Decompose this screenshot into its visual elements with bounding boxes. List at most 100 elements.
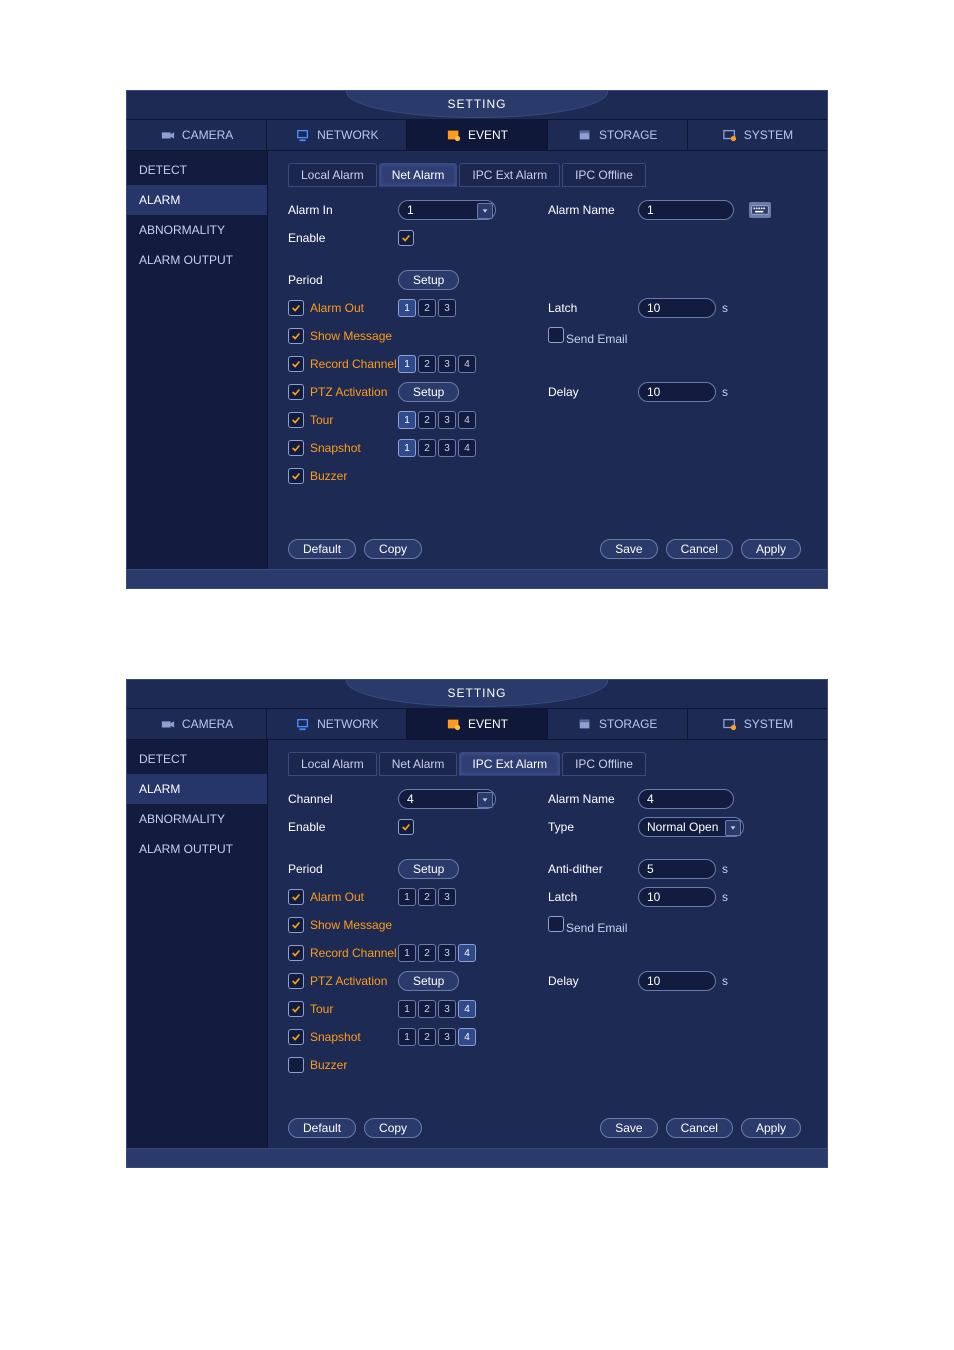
tab-ipc-offline[interactable]: IPC Offline xyxy=(562,163,646,187)
send-email-checkbox[interactable] xyxy=(548,327,564,343)
snapshot-checkbox[interactable] xyxy=(288,1029,304,1045)
topnav-item-storage[interactable]: STORAGE xyxy=(548,709,688,739)
record-channel-checkbox[interactable] xyxy=(288,945,304,961)
tour-chan-3[interactable]: 3 xyxy=(438,1000,456,1018)
cancel-button[interactable]: Cancel xyxy=(666,1118,733,1138)
sidebar-item-detect[interactable]: DETECT xyxy=(127,744,267,774)
tab-local-alarm[interactable]: Local Alarm xyxy=(288,163,377,187)
tour-checkbox[interactable] xyxy=(288,1001,304,1017)
sidebar-item-alarm[interactable]: ALARM xyxy=(127,185,267,215)
buzzer-checkbox[interactable] xyxy=(288,1057,304,1073)
copy-button[interactable]: Copy xyxy=(364,539,422,559)
enable-checkbox[interactable] xyxy=(398,230,414,246)
default-button[interactable]: Default xyxy=(288,1118,356,1138)
tab-ipc-ext-alarm[interactable]: IPC Ext Alarm xyxy=(459,752,560,776)
alarm-name-input[interactable]: 4 xyxy=(638,789,734,809)
topnav-item-system[interactable]: SYSTEM xyxy=(688,709,827,739)
tab-net-alarm[interactable]: Net Alarm xyxy=(379,163,458,187)
ptz-setup-button[interactable]: Setup xyxy=(398,971,459,991)
record-chan-4[interactable]: 4 xyxy=(458,355,476,373)
snapshot-chan-4[interactable]: 4 xyxy=(458,439,476,457)
ptz-activation-checkbox[interactable] xyxy=(288,973,304,989)
snapshot-chan-3[interactable]: 3 xyxy=(438,1028,456,1046)
default-button[interactable]: Default xyxy=(288,539,356,559)
sidebar-item-alarm[interactable]: ALARM xyxy=(127,774,267,804)
latch-input[interactable]: 10 xyxy=(638,298,716,318)
tour-chan-3[interactable]: 3 xyxy=(438,411,456,429)
record-chan-3[interactable]: 3 xyxy=(438,944,456,962)
tour-chan-4[interactable]: 4 xyxy=(458,1000,476,1018)
topnav-item-event[interactable]: EVENT xyxy=(407,709,547,739)
topnav-item-system[interactable]: SYSTEM xyxy=(688,120,827,150)
topnav-item-camera[interactable]: CAMERA xyxy=(127,709,267,739)
buzzer-checkbox[interactable] xyxy=(288,468,304,484)
alarm-out-chan-2[interactable]: 2 xyxy=(418,888,436,906)
save-button[interactable]: Save xyxy=(600,539,657,559)
snapshot-chan-2[interactable]: 2 xyxy=(418,1028,436,1046)
snapshot-chan-2[interactable]: 2 xyxy=(418,439,436,457)
record-channel-checkbox[interactable] xyxy=(288,356,304,372)
sidebar-item-abnormality[interactable]: ABNORMALITY xyxy=(127,215,267,245)
snapshot-chan-1[interactable]: 1 xyxy=(398,1028,416,1046)
snapshot-chan-3[interactable]: 3 xyxy=(438,439,456,457)
tab-ipc-offline[interactable]: IPC Offline xyxy=(562,752,646,776)
tour-chan-4[interactable]: 4 xyxy=(458,411,476,429)
delay-input[interactable]: 10 xyxy=(638,971,716,991)
record-chan-4[interactable]: 4 xyxy=(458,944,476,962)
alarm-out-chan-2[interactable]: 2 xyxy=(418,299,436,317)
tour-chan-2[interactable]: 2 xyxy=(418,411,436,429)
copy-button[interactable]: Copy xyxy=(364,1118,422,1138)
period-setup-button[interactable]: Setup xyxy=(398,270,459,290)
window-title: SETTING xyxy=(447,97,506,111)
record-chan-1[interactable]: 1 xyxy=(398,355,416,373)
period-setup-button[interactable]: Setup xyxy=(398,859,459,879)
record-chan-2[interactable]: 2 xyxy=(418,355,436,373)
apply-button[interactable]: Apply xyxy=(741,1118,801,1138)
snapshot-chan-4[interactable]: 4 xyxy=(458,1028,476,1046)
type-select[interactable]: Normal Open xyxy=(638,817,744,837)
snapshot-chan-1[interactable]: 1 xyxy=(398,439,416,457)
alarm-name-input[interactable]: 1 xyxy=(638,200,734,220)
tour-chan-1[interactable]: 1 xyxy=(398,1000,416,1018)
sidebar-item-alarm-output[interactable]: ALARM OUTPUT xyxy=(127,834,267,864)
topnav-item-storage[interactable]: STORAGE xyxy=(548,120,688,150)
cancel-button[interactable]: Cancel xyxy=(666,539,733,559)
tab-local-alarm[interactable]: Local Alarm xyxy=(288,752,377,776)
save-button[interactable]: Save xyxy=(600,1118,657,1138)
record-chan-3[interactable]: 3 xyxy=(438,355,456,373)
latch-input[interactable]: 10 xyxy=(638,887,716,907)
record-chan-2[interactable]: 2 xyxy=(418,944,436,962)
alarm-out-chan-1[interactable]: 1 xyxy=(398,299,416,317)
tab-ipc-ext-alarm[interactable]: IPC Ext Alarm xyxy=(459,163,560,187)
tab-net-alarm[interactable]: Net Alarm xyxy=(379,752,458,776)
send-email-checkbox[interactable] xyxy=(548,916,564,932)
tour-checkbox[interactable] xyxy=(288,412,304,428)
alarm-out-checkbox[interactable] xyxy=(288,300,304,316)
tour-chan-2[interactable]: 2 xyxy=(418,1000,436,1018)
ptz-setup-button[interactable]: Setup xyxy=(398,382,459,402)
record-chan-1[interactable]: 1 xyxy=(398,944,416,962)
ptz-activation-checkbox[interactable] xyxy=(288,384,304,400)
alarm-out-chan-3[interactable]: 3 xyxy=(438,888,456,906)
topnav-item-network[interactable]: NETWORK xyxy=(267,120,407,150)
anti-dither-input[interactable]: 5 xyxy=(638,859,716,879)
show-message-checkbox[interactable] xyxy=(288,917,304,933)
topnav-item-camera[interactable]: CAMERA xyxy=(127,120,267,150)
topnav-item-network[interactable]: NETWORK xyxy=(267,709,407,739)
alarm-out-chan-1[interactable]: 1 xyxy=(398,888,416,906)
alarm-in-select[interactable]: 4 xyxy=(398,789,496,809)
sidebar-item-abnormality[interactable]: ABNORMALITY xyxy=(127,804,267,834)
apply-button[interactable]: Apply xyxy=(741,539,801,559)
delay-input[interactable]: 10 xyxy=(638,382,716,402)
alarm-in-select[interactable]: 1 xyxy=(398,200,496,220)
keyboard-icon[interactable] xyxy=(749,202,771,218)
enable-checkbox[interactable] xyxy=(398,819,414,835)
alarm-out-checkbox[interactable] xyxy=(288,889,304,905)
topnav-item-event[interactable]: EVENT xyxy=(407,120,547,150)
tour-chan-1[interactable]: 1 xyxy=(398,411,416,429)
show-message-checkbox[interactable] xyxy=(288,328,304,344)
snapshot-checkbox[interactable] xyxy=(288,440,304,456)
sidebar-item-alarm-output[interactable]: ALARM OUTPUT xyxy=(127,245,267,275)
sidebar-item-detect[interactable]: DETECT xyxy=(127,155,267,185)
alarm-out-chan-3[interactable]: 3 xyxy=(438,299,456,317)
